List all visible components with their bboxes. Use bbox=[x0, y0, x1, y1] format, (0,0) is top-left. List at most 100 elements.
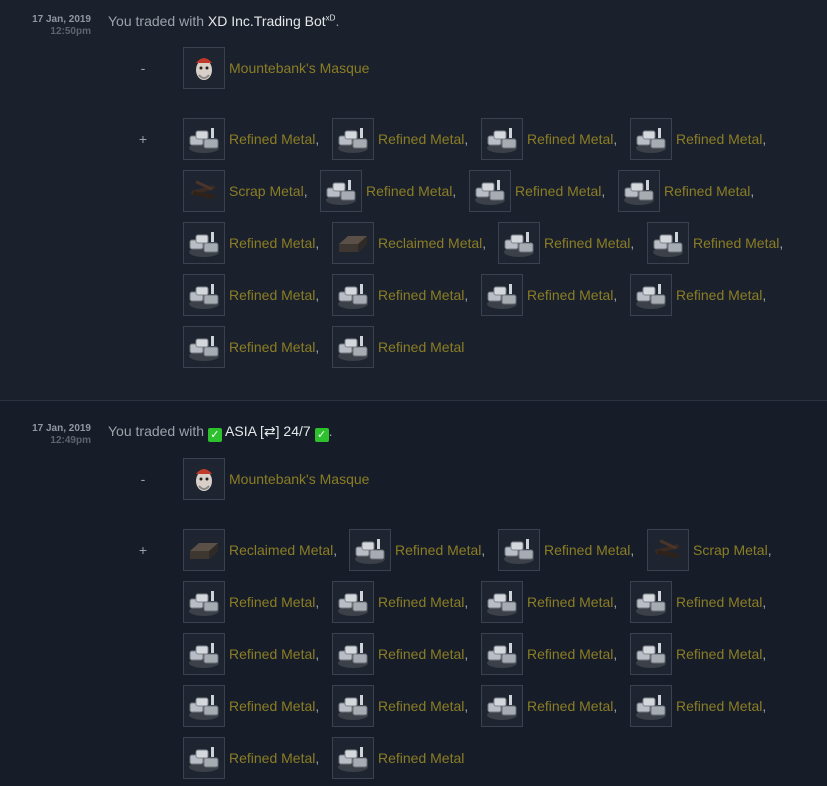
item-name-link[interactable]: Refined Metal, bbox=[527, 594, 617, 610]
item-name: Scrap Metal bbox=[229, 183, 304, 199]
item-name-link[interactable]: Refined Metal, bbox=[378, 646, 468, 662]
item-name-link[interactable]: Refined Metal, bbox=[229, 698, 319, 714]
refined-metal-icon[interactable] bbox=[481, 633, 523, 675]
masque-icon[interactable] bbox=[183, 47, 225, 89]
item-name: Refined Metal bbox=[366, 183, 453, 199]
item-name-link[interactable]: Mountebank's Masque bbox=[229, 471, 369, 487]
item-name-link[interactable]: Reclaimed Metal, bbox=[229, 542, 337, 558]
item-name-link[interactable]: Refined Metal bbox=[378, 750, 464, 766]
item-name: Refined Metal bbox=[527, 287, 614, 303]
refined-metal-icon[interactable] bbox=[481, 581, 523, 623]
item-name: Refined Metal bbox=[544, 235, 631, 251]
reclaimed-metal-icon[interactable] bbox=[183, 529, 225, 571]
item-name-link[interactable]: Refined Metal, bbox=[676, 594, 766, 610]
item-separator: , bbox=[762, 287, 767, 303]
item-name-link[interactable]: Refined Metal, bbox=[378, 131, 468, 147]
refined-metal-icon[interactable] bbox=[618, 170, 660, 212]
refined-metal-icon[interactable] bbox=[481, 685, 523, 727]
item-name-link[interactable]: Refined Metal, bbox=[515, 183, 605, 199]
item-name-link[interactable]: Refined Metal, bbox=[229, 750, 319, 766]
item-name-link[interactable]: Refined Metal, bbox=[229, 646, 319, 662]
trade-time: 12:49pm bbox=[50, 435, 91, 446]
refined-metal-icon[interactable] bbox=[183, 326, 225, 368]
item-name-link[interactable]: Refined Metal, bbox=[378, 698, 468, 714]
refined-metal-icon[interactable] bbox=[498, 529, 540, 571]
refined-metal-icon[interactable] bbox=[183, 222, 225, 264]
item-name: Scrap Metal bbox=[693, 542, 768, 558]
refined-metal-icon[interactable] bbox=[332, 633, 374, 675]
item-name-link[interactable]: Mountebank's Masque bbox=[229, 60, 369, 76]
item-name-link[interactable]: Refined Metal, bbox=[229, 594, 319, 610]
refined-metal-icon[interactable] bbox=[349, 529, 391, 571]
refined-metal-icon[interactable] bbox=[332, 581, 374, 623]
trade-partner-link[interactable]: ASIA [⇄] 24/7 bbox=[225, 423, 311, 439]
item-name-link[interactable]: Refined Metal, bbox=[229, 287, 319, 303]
item-name-link[interactable]: Refined Metal, bbox=[693, 235, 783, 251]
item-name: Reclaimed Metal bbox=[229, 542, 334, 558]
item-separator: , bbox=[613, 131, 618, 147]
item-name-link[interactable]: Refined Metal, bbox=[366, 183, 456, 199]
item-name-link[interactable]: Refined Metal, bbox=[664, 183, 754, 199]
items-given-sign: - bbox=[140, 471, 146, 487]
refined-metal-icon[interactable] bbox=[183, 118, 225, 160]
trade-headline: You traded with XD Inc.Trading BotxD. bbox=[108, 13, 339, 29]
refined-metal-icon[interactable] bbox=[630, 118, 672, 160]
refined-metal-icon[interactable] bbox=[630, 581, 672, 623]
item-name-link[interactable]: Reclaimed Metal, bbox=[378, 235, 486, 251]
refined-metal-icon[interactable] bbox=[481, 274, 523, 316]
item-name-link[interactable]: Refined Metal bbox=[378, 339, 464, 355]
refined-metal-icon[interactable] bbox=[630, 274, 672, 316]
item-separator: , bbox=[767, 542, 772, 558]
item-name-link[interactable]: Refined Metal, bbox=[378, 287, 468, 303]
item-separator: , bbox=[762, 646, 767, 662]
refined-metal-icon[interactable] bbox=[630, 685, 672, 727]
refined-metal-icon[interactable] bbox=[183, 685, 225, 727]
item-name-link[interactable]: Refined Metal, bbox=[378, 594, 468, 610]
refined-metal-icon[interactable] bbox=[183, 633, 225, 675]
refined-metal-icon[interactable] bbox=[332, 118, 374, 160]
refined-metal-icon[interactable] bbox=[320, 170, 362, 212]
item-name: Refined Metal bbox=[395, 542, 482, 558]
item-name-link[interactable]: Scrap Metal, bbox=[693, 542, 772, 558]
scrap-metal-icon[interactable] bbox=[183, 170, 225, 212]
item-name-link[interactable]: Refined Metal, bbox=[527, 698, 617, 714]
trade-time: 12:50pm bbox=[50, 26, 91, 37]
refined-metal-icon[interactable] bbox=[498, 222, 540, 264]
item-name-link[interactable]: Refined Metal, bbox=[395, 542, 485, 558]
item-name-link[interactable]: Refined Metal, bbox=[229, 131, 319, 147]
item-name-link[interactable]: Refined Metal, bbox=[676, 698, 766, 714]
item-name-link[interactable]: Refined Metal, bbox=[527, 131, 617, 147]
item-name-link[interactable]: Refined Metal, bbox=[544, 542, 634, 558]
item-separator: , bbox=[315, 339, 320, 355]
item-name-link[interactable]: Refined Metal, bbox=[527, 287, 617, 303]
item-separator: , bbox=[750, 183, 755, 199]
trade-date: 17 Jan, 2019 12:49pm bbox=[0, 423, 91, 447]
refined-metal-icon[interactable] bbox=[332, 326, 374, 368]
refined-metal-icon[interactable] bbox=[630, 633, 672, 675]
item-name: Refined Metal bbox=[676, 594, 763, 610]
reclaimed-metal-icon[interactable] bbox=[332, 222, 374, 264]
item-name-link[interactable]: Refined Metal, bbox=[676, 287, 766, 303]
refined-metal-icon[interactable] bbox=[183, 581, 225, 623]
refined-metal-icon[interactable] bbox=[183, 274, 225, 316]
item-name-link[interactable]: Scrap Metal, bbox=[229, 183, 308, 199]
item-name-link[interactable]: Refined Metal, bbox=[229, 339, 319, 355]
masque-icon[interactable] bbox=[183, 458, 225, 500]
refined-metal-icon[interactable] bbox=[332, 737, 374, 779]
item-name-link[interactable]: Refined Metal, bbox=[229, 235, 319, 251]
refined-metal-icon[interactable] bbox=[332, 685, 374, 727]
trade-prefix: You traded with bbox=[108, 423, 204, 439]
refined-metal-icon[interactable] bbox=[647, 222, 689, 264]
items-received-sign: + bbox=[138, 131, 148, 147]
scrap-metal-icon[interactable] bbox=[647, 529, 689, 571]
item-name-link[interactable]: Refined Metal, bbox=[676, 646, 766, 662]
refined-metal-icon[interactable] bbox=[183, 737, 225, 779]
item-name-link[interactable]: Refined Metal, bbox=[544, 235, 634, 251]
refined-metal-icon[interactable] bbox=[481, 118, 523, 160]
item-separator: , bbox=[303, 183, 308, 199]
trade-partner-link[interactable]: XD Inc.Trading Bot bbox=[208, 13, 326, 29]
item-name-link[interactable]: Refined Metal, bbox=[676, 131, 766, 147]
item-name-link[interactable]: Refined Metal, bbox=[527, 646, 617, 662]
refined-metal-icon[interactable] bbox=[332, 274, 374, 316]
refined-metal-icon[interactable] bbox=[469, 170, 511, 212]
